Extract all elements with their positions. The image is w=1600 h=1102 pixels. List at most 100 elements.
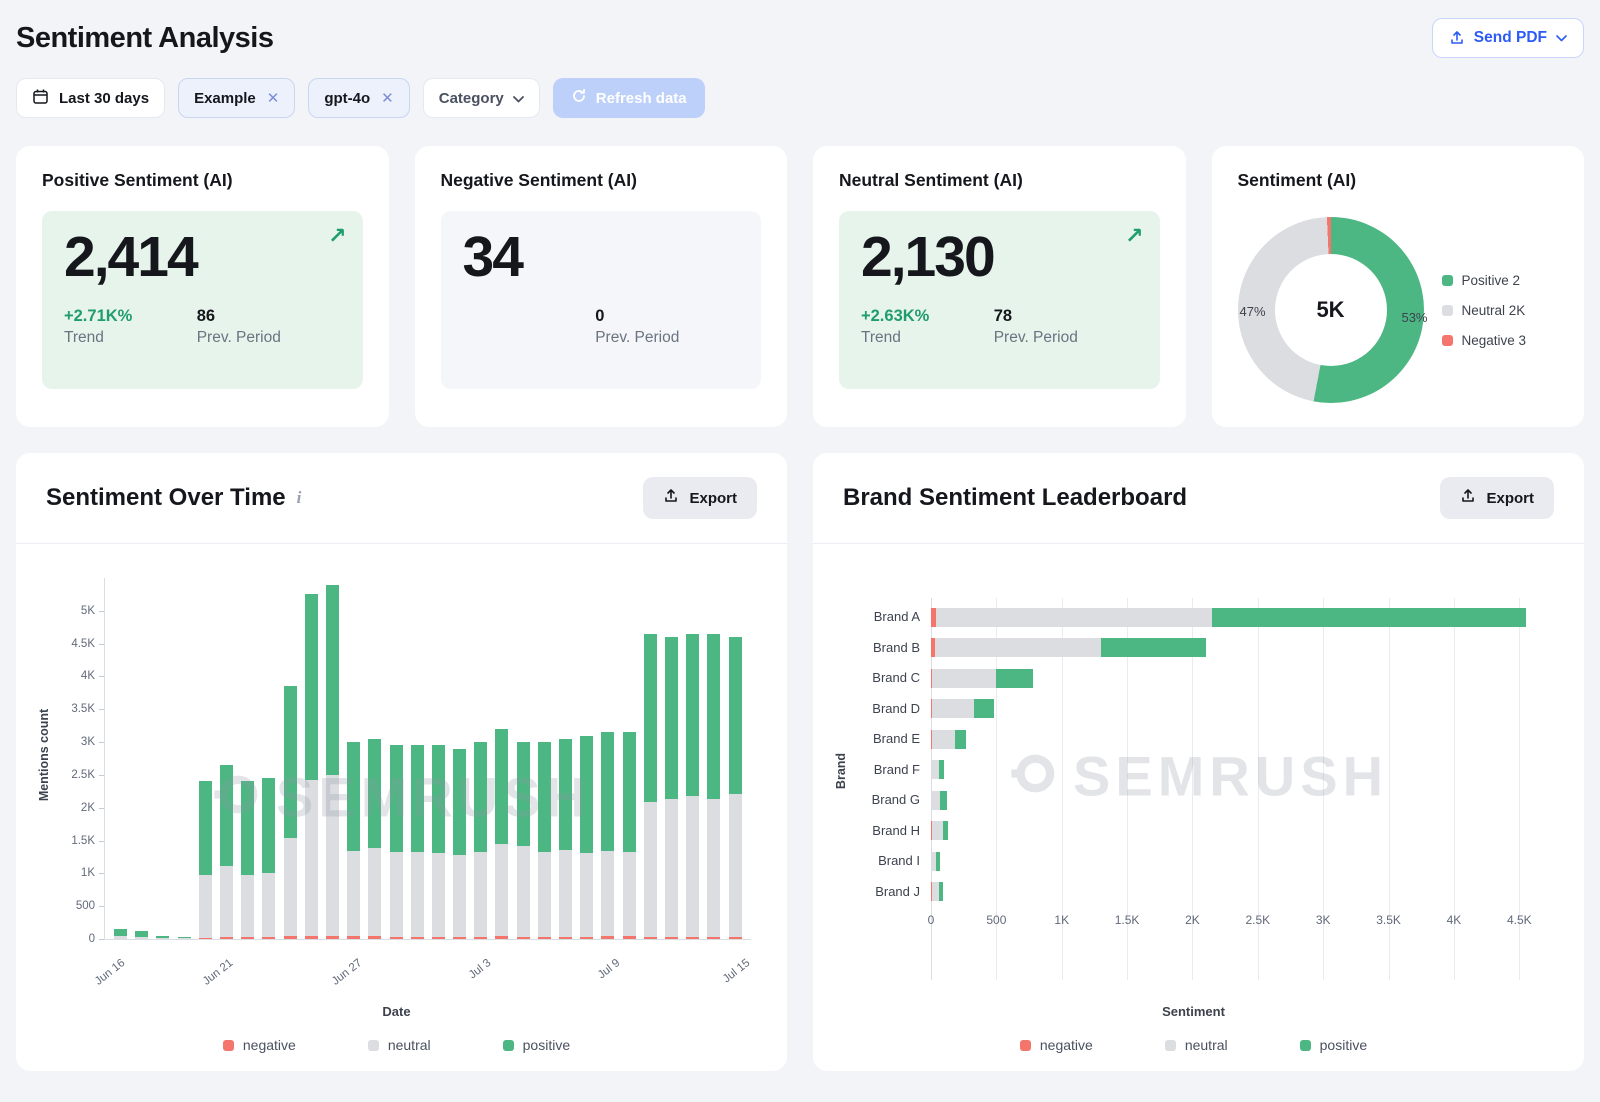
bar-segment-neutral[interactable] — [326, 775, 339, 936]
stacked-bar[interactable] — [495, 578, 508, 939]
bar-segment-neutral[interactable] — [453, 855, 466, 937]
bar-segment-positive[interactable] — [432, 745, 445, 853]
stacked-bar[interactable] — [326, 578, 339, 939]
bar-segment-neutral[interactable] — [931, 760, 939, 779]
export-button[interactable]: Export — [643, 477, 757, 519]
bar-segment-positive[interactable] — [262, 778, 275, 873]
bar-segment-positive[interactable] — [1212, 608, 1526, 627]
bar-segment-positive[interactable] — [284, 686, 297, 838]
bar-segment-neutral[interactable] — [601, 851, 614, 936]
stacked-bar[interactable] — [559, 578, 572, 939]
bar-segment-positive[interactable] — [347, 742, 360, 851]
legend-item-negative[interactable]: negative — [223, 1037, 296, 1053]
legend-item-neutral[interactable]: neutral — [1165, 1037, 1228, 1053]
bar-segment-neutral[interactable] — [262, 873, 275, 937]
stacked-bar[interactable] — [262, 578, 275, 939]
bar-segment-positive[interactable] — [644, 634, 657, 803]
bar-segment-positive[interactable] — [495, 729, 508, 845]
stacked-bar[interactable] — [665, 578, 678, 939]
bar-segment-positive[interactable] — [305, 594, 318, 779]
donut-legend-item[interactable]: Neutral 2K — [1442, 303, 1527, 318]
stacked-bar[interactable] — [707, 578, 720, 939]
bar-segment-neutral[interactable] — [284, 838, 297, 936]
bar-segment-neutral[interactable] — [686, 796, 699, 937]
bar-segment-positive[interactable] — [517, 742, 530, 846]
bar-segment-neutral[interactable] — [932, 669, 996, 688]
send-pdf-button[interactable]: Send PDF — [1432, 18, 1584, 58]
stacked-bar[interactable] — [931, 699, 1552, 718]
bar-segment-positive[interactable] — [707, 634, 720, 799]
bar-segment-neutral[interactable] — [495, 844, 508, 936]
stacked-bar[interactable] — [368, 578, 381, 939]
stacked-bar[interactable] — [284, 578, 297, 939]
close-icon[interactable]: ✕ — [267, 91, 280, 106]
stacked-bar[interactable] — [623, 578, 636, 939]
bar-segment-neutral[interactable] — [623, 852, 636, 936]
stacked-bar[interactable] — [931, 791, 1552, 810]
bar-segment-neutral[interactable] — [665, 799, 678, 937]
filter-chip-example[interactable]: Example ✕ — [178, 78, 295, 118]
bar-segment-neutral[interactable] — [241, 875, 254, 937]
bar-segment-positive[interactable] — [474, 742, 487, 852]
bar-segment-neutral[interactable] — [936, 608, 1212, 627]
stacked-bar[interactable] — [538, 578, 551, 939]
bar-segment-neutral[interactable] — [931, 791, 940, 810]
bar-segment-positive[interactable] — [326, 585, 339, 775]
filter-chip-gpt-4o[interactable]: gpt-4o ✕ — [308, 78, 409, 118]
bar-segment-neutral[interactable] — [580, 853, 593, 937]
bar-segment-positive[interactable] — [955, 730, 967, 749]
legend-item-positive[interactable]: positive — [503, 1037, 570, 1053]
stacked-bar[interactable] — [156, 578, 169, 939]
stacked-bar[interactable] — [931, 638, 1552, 657]
stacked-bar[interactable] — [199, 578, 212, 939]
bar-segment-neutral[interactable] — [644, 802, 657, 937]
legend-item-neutral[interactable]: neutral — [368, 1037, 431, 1053]
stacked-bar[interactable] — [453, 578, 466, 939]
bar-segment-positive[interactable] — [665, 637, 678, 799]
refresh-data-button[interactable]: Refresh data — [553, 78, 705, 118]
bar-segment-neutral[interactable] — [432, 853, 445, 937]
bar-segment-neutral[interactable] — [932, 699, 974, 718]
bar-segment-positive[interactable] — [114, 929, 127, 936]
category-dropdown[interactable]: Category — [423, 78, 540, 118]
bar-segment-neutral[interactable] — [517, 846, 530, 937]
bar-segment-positive[interactable] — [559, 739, 572, 851]
bar-segment-neutral[interactable] — [935, 638, 1101, 657]
bar-segment-positive[interactable] — [390, 745, 403, 851]
bar-segment-positive[interactable] — [453, 749, 466, 855]
bar-segment-positive[interactable] — [241, 781, 254, 874]
bar-segment-positive[interactable] — [940, 791, 947, 810]
bar-segment-positive[interactable] — [1101, 638, 1206, 657]
bar-segment-neutral[interactable] — [932, 821, 942, 840]
close-icon[interactable]: ✕ — [381, 91, 394, 106]
stacked-bar[interactable] — [644, 578, 657, 939]
stacked-bar[interactable] — [601, 578, 614, 939]
legend-item-positive[interactable]: positive — [1300, 1037, 1367, 1053]
date-range-selector[interactable]: Last 30 days — [16, 78, 165, 118]
stacked-bar[interactable] — [931, 608, 1552, 627]
stacked-bar[interactable] — [686, 578, 699, 939]
stacked-bar[interactable] — [931, 882, 1552, 901]
stacked-bar[interactable] — [241, 578, 254, 939]
bar-segment-positive[interactable] — [996, 669, 1033, 688]
stacked-bar[interactable] — [411, 578, 424, 939]
stacked-bar[interactable] — [114, 578, 127, 939]
bar-segment-neutral[interactable] — [707, 799, 720, 937]
sentiment-donut-chart[interactable]: 47% 53% 5K — [1238, 217, 1424, 403]
export-button[interactable]: Export — [1440, 477, 1554, 519]
stacked-bar[interactable] — [178, 578, 191, 939]
bar-segment-positive[interactable] — [368, 739, 381, 848]
donut-legend-item[interactable]: Positive 2 — [1442, 273, 1527, 288]
bar-segment-neutral[interactable] — [220, 866, 233, 937]
bar-segment-positive[interactable] — [220, 765, 233, 866]
stacked-bar[interactable] — [135, 578, 148, 939]
bar-segment-positive[interactable] — [580, 736, 593, 853]
legend-item-negative[interactable]: negative — [1020, 1037, 1093, 1053]
bar-segment-positive[interactable] — [601, 732, 614, 851]
stacked-bar[interactable] — [931, 821, 1552, 840]
bar-segment-positive[interactable] — [199, 781, 212, 875]
stacked-bar[interactable] — [729, 578, 742, 939]
bar-segment-positive[interactable] — [538, 742, 551, 852]
stacked-bar[interactable] — [474, 578, 487, 939]
bar-segment-neutral[interactable] — [368, 848, 381, 937]
